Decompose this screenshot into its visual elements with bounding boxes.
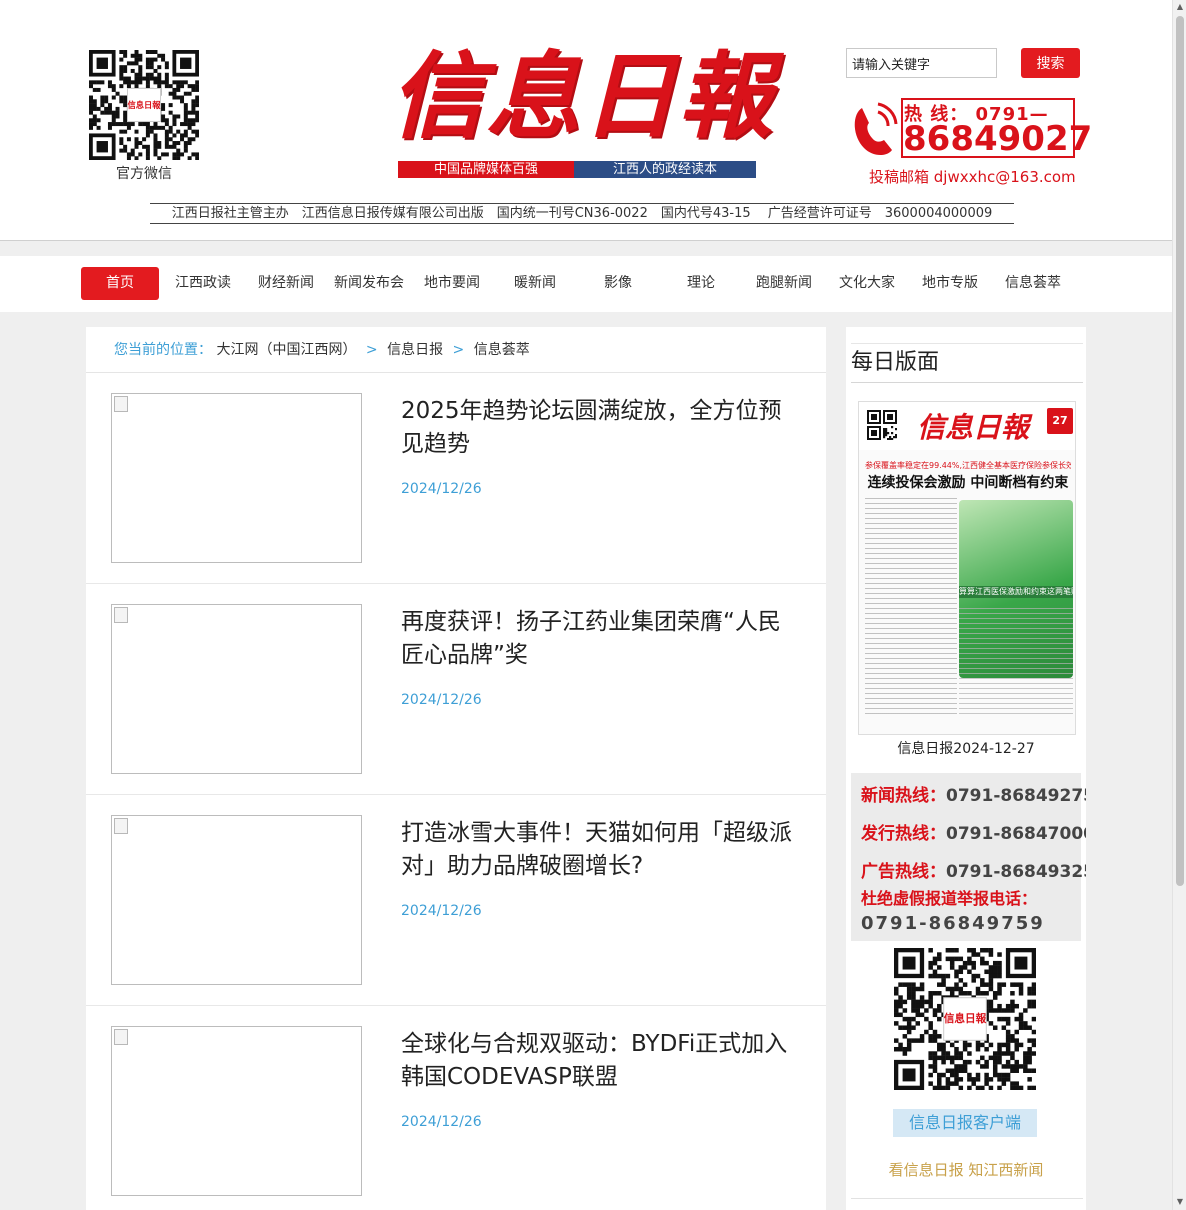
qr-logo-text: 信息日報 (128, 100, 162, 110)
publication-credits: 江西日报社主管主办 江西信息日报传媒有限公司出版 国内统一刊号CN36-0022… (150, 203, 1014, 224)
phone-icon (854, 102, 898, 155)
article-title[interactable]: 打造冰雪大事件！天猫如何用「超级派对」助力品牌破圈增长? (401, 817, 793, 883)
hotline-number: 0791-86847000 (946, 824, 1086, 844)
scroll-thumb[interactable] (1176, 16, 1184, 886)
hotline-number: 0791-86849275 (946, 786, 1086, 806)
qr-caption: 官方微信 (116, 166, 172, 182)
page-scrollbar[interactable]: ▲ ▼ (1172, 0, 1186, 1210)
news-hotline: 新闻热线：0791-86849275 (861, 781, 1086, 806)
article-date: 2024/12/26 (401, 481, 482, 497)
article-thumbnail[interactable] (111, 604, 362, 774)
article-item: 全球化与合规双驱动：BYDFi正式加入韩国CODEVASP联盟 2024/12/… (86, 1006, 826, 1210)
sidebar-title: 每日版面 (851, 343, 1083, 383)
app-qr-code: 信息日報 (894, 948, 1036, 1090)
divider (851, 1198, 1083, 1199)
contact-hotlines: 新闻热线：0791-86849275 发行热线：0791-86847000 广告… (851, 773, 1086, 941)
hotline-number: 86849027 (903, 119, 1093, 159)
article-title[interactable]: 再度获评！扬子江药业集团荣膺“人民匠心品牌”奖 (401, 606, 793, 672)
app-download-button[interactable]: 信息日报客户端 (893, 1109, 1037, 1137)
article-list-panel: 您当前的位置： 大江网（中国江西网） > 信息日报 > 信息荟萃 2025年趋势… (86, 327, 826, 1210)
site-logo[interactable]: 信息日報 (390, 38, 772, 156)
nav-item-city-news[interactable]: 地市要闻 (413, 267, 491, 300)
slogan-left: 中国品牌媒体百强 (398, 161, 574, 178)
nav-item-errand-news[interactable]: 跑腿新闻 (745, 267, 823, 300)
app-tagline: 看信息日报 知江西新闻 (888, 1161, 1044, 1179)
nav-item-info-digest[interactable]: 信息荟萃 (994, 267, 1072, 300)
main-nav: 首页 江西政读 财经新闻 新闻发布会 地市要闻 暖新闻 影像 理论 跑腿新闻 文化大家 地市专版 信息… (0, 256, 1172, 312)
nav-item-finance[interactable]: 财经新闻 (247, 267, 325, 300)
nav-item-press-conference[interactable]: 新闻发布会 (330, 267, 408, 300)
breadcrumb-prefix: 您当前的位置： (114, 342, 212, 358)
broken-image-icon (114, 607, 128, 623)
nav-item-jiangxi-politics[interactable]: 江西政读 (164, 267, 242, 300)
nav-item-home[interactable]: 首页 (81, 267, 159, 300)
site-header: 信息日報 官方微信 信息日報 中国品牌媒体百强 江西人的政经读本 江西日报社主管… (0, 0, 1172, 241)
daily-edition-thumbnail[interactable]: 信息日報 27 参保覆盖率稳定在99.44%,江西健全基本医疗保险参保长效机制 … (858, 401, 1076, 735)
wechat-qr-code: 信息日報 (89, 50, 199, 160)
article-date: 2024/12/26 (401, 903, 482, 919)
distribution-hotline: 发行热线：0791-86847000 (861, 819, 1086, 844)
nav-item-theory[interactable]: 理论 (662, 267, 740, 300)
paper-headline: 连续投保会激励 中间断档有约束 (867, 475, 1069, 491)
nav-item-city-special[interactable]: 地市专版 (911, 267, 989, 300)
hotline-label: 发行热线： (861, 824, 946, 844)
calendar-icon: 27 (1047, 408, 1073, 434)
article-title[interactable]: 全球化与合规双驱动：BYDFi正式加入韩国CODEVASP联盟 (401, 1028, 793, 1094)
hotline-label: 广告热线： (861, 862, 946, 882)
hotline-label: 新闻热线： (861, 786, 946, 806)
broken-image-icon (114, 396, 128, 412)
scroll-up-icon[interactable]: ▲ (1173, 0, 1186, 14)
qr-logo-text: 信息日報 (944, 1012, 987, 1025)
hotline-box: 热 线： 0791— 86849027 (848, 96, 1092, 160)
paper-text-columns (865, 498, 957, 718)
nav-item-images[interactable]: 影像 (579, 267, 657, 300)
article-thumbnail[interactable] (111, 815, 362, 985)
nav-item-culture[interactable]: 文化大家 (828, 267, 906, 300)
scroll-down-icon[interactable]: ▼ (1173, 1195, 1186, 1209)
sidebar: 每日版面 信息日報 27 参保覆盖率稳定在99.44%,江西健全基本医疗保险参保… (846, 327, 1086, 1210)
slogan-right: 江西人的政经读本 (574, 161, 756, 178)
mini-qr-icon (867, 410, 897, 440)
nav-item-warm-news[interactable]: 暖新闻 (496, 267, 574, 300)
broken-image-icon (114, 1029, 128, 1045)
article-item: 再度获评！扬子江药业集团荣膺“人民匠心品牌”奖 2024/12/26 (86, 584, 826, 795)
article-thumbnail[interactable] (111, 393, 362, 563)
submission-email[interactable]: 投稿邮箱 djwxxhc@163.com (869, 166, 1076, 187)
ad-hotline: 广告热线：0791-86849325 (861, 857, 1086, 882)
paper-banner: 算算江西医保激励和约束这两笔账 (959, 586, 1073, 598)
paper-masthead: 信息日報 27 (859, 402, 1075, 450)
search-button[interactable]: 搜索 (1021, 48, 1080, 78)
breadcrumb-item-section[interactable]: 信息荟萃 (474, 342, 530, 358)
article-item: 2025年趋势论坛圆满绽放，全方位预见趋势 2024/12/26 (86, 373, 826, 584)
breadcrumb-item-paper[interactable]: 信息日报 (387, 342, 443, 358)
breadcrumb-separator: > (365, 342, 378, 358)
paper-text-columns (959, 608, 1073, 718)
search-input[interactable] (846, 48, 997, 78)
article-item: 打造冰雪大事件！天猫如何用「超级派对」助力品牌破圈增长? 2024/12/26 (86, 795, 826, 1006)
breadcrumb: 您当前的位置： 大江网（中国江西网） > 信息日报 > 信息荟萃 (86, 327, 826, 373)
paper-logo: 信息日報 (917, 411, 1030, 444)
report-number: 0791-86849759 (861, 913, 1045, 934)
broken-image-icon (114, 818, 128, 834)
article-date: 2024/12/26 (401, 1114, 482, 1130)
article-title[interactable]: 2025年趋势论坛圆满绽放，全方位预见趋势 (401, 395, 793, 461)
breadcrumb-item-home[interactable]: 大江网（中国江西网） (216, 342, 356, 358)
report-label: 杜绝虚假报道举报电话： (861, 889, 1038, 908)
breadcrumb-separator: > (452, 342, 465, 358)
article-date: 2024/12/26 (401, 692, 482, 708)
paper-subheadline: 参保覆盖率稳定在99.44%,江西健全基本医疗保险参保长效机制 (865, 461, 1071, 470)
edition-caption[interactable]: 信息日报2024-12-27 (846, 738, 1086, 758)
hotline-number: 0791-86849325 (946, 862, 1086, 882)
article-thumbnail[interactable] (111, 1026, 362, 1196)
